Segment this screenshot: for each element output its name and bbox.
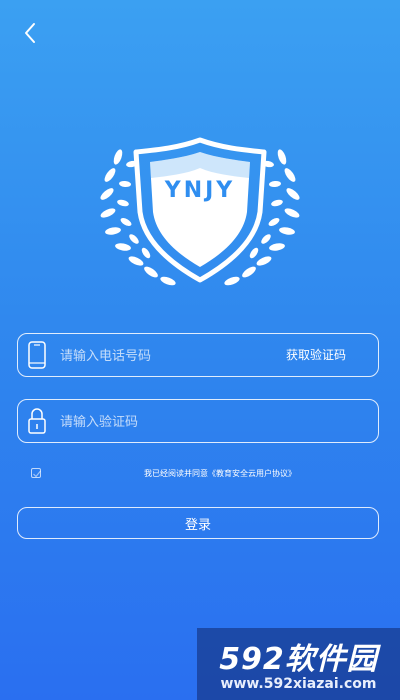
login-button[interactable]: 登录 — [17, 507, 379, 539]
lock-icon — [28, 408, 46, 434]
agreement-text: 我已经阅读并同意《教育安全云用户协议》 — [30, 466, 380, 482]
phone-input[interactable] — [58, 334, 282, 378]
phone-icon — [28, 341, 46, 369]
logo-text: YNJY — [164, 178, 236, 203]
watermark: 592软件园 www.592xiazai.com — [197, 628, 400, 700]
watermark-brand: 592软件园 — [219, 642, 378, 677]
watermark-url: www.592xiazai.com — [220, 676, 377, 692]
shield-laurel-icon — [100, 137, 300, 286]
app-logo: YNJY — [98, 132, 302, 302]
get-code-button[interactable]: 获取验证码 — [286, 334, 346, 376]
code-field[interactable] — [17, 399, 379, 444]
phone-field[interactable]: 获取验证码 — [17, 333, 379, 378]
chevron-left-icon — [25, 23, 35, 43]
back-button[interactable] — [18, 18, 46, 48]
agreement-link[interactable]: 《教育安全云用户协议》 — [208, 469, 296, 478]
agreement-row: 我已经阅读并同意《教育安全云用户协议》 — [30, 466, 380, 482]
code-input[interactable] — [58, 400, 282, 444]
agreement-prefix: 我已经阅读并同意 — [144, 469, 208, 478]
